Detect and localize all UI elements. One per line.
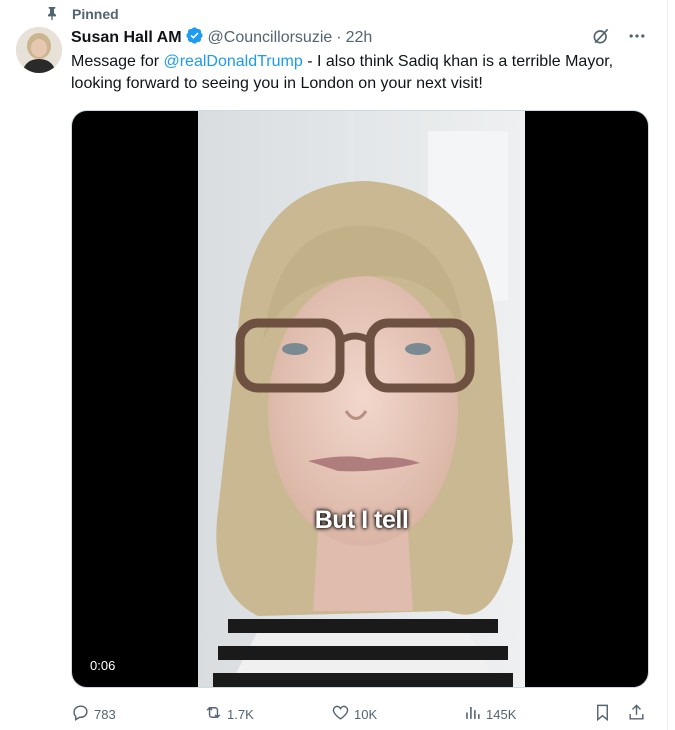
repost-count: 1.7K xyxy=(227,706,254,722)
action-bar: 783 1.7K 10K 145K xyxy=(71,702,651,726)
heart-icon xyxy=(331,703,350,725)
share-button[interactable] xyxy=(627,703,646,725)
author-name[interactable]: Susan Hall AM xyxy=(71,29,182,47)
repost-icon xyxy=(204,703,223,725)
tweet-time[interactable]: 22h xyxy=(346,29,373,47)
tweet-header: Susan Hall AM @Councillorsuzie · 22h xyxy=(71,27,647,49)
share-icon xyxy=(627,703,646,725)
author-handle[interactable]: @Councillorsuzie xyxy=(208,29,333,47)
separator-dot: · xyxy=(336,29,342,46)
mention-link[interactable]: @realDonaldTrump xyxy=(163,53,302,70)
pinned-label: Pinned xyxy=(72,6,119,22)
views-count: 145K xyxy=(486,706,517,722)
pinned-indicator: Pinned xyxy=(44,4,119,24)
like-button[interactable]: 10K xyxy=(331,703,377,725)
repost-button[interactable]: 1.7K xyxy=(204,703,254,725)
video-frame[interactable]: But I tell xyxy=(198,111,525,687)
tweet-text-prefix: Message for xyxy=(71,53,164,70)
tweet-card[interactable]: Pinned Susan Hall AM @Councillorsuzie · … xyxy=(0,0,668,730)
views-chart-icon xyxy=(463,703,482,725)
views-button[interactable]: 145K xyxy=(463,703,516,725)
reply-icon xyxy=(71,703,90,725)
like-count: 10K xyxy=(354,706,378,722)
avatar[interactable] xyxy=(16,27,62,73)
video-player[interactable]: But I tell 0:06 xyxy=(71,110,649,688)
video-caption: But I tell xyxy=(314,506,409,534)
verified-badge-icon xyxy=(182,26,208,50)
reply-count: 783 xyxy=(94,706,116,722)
reply-button[interactable]: 783 xyxy=(71,703,116,725)
bookmark-button[interactable] xyxy=(593,703,612,725)
pin-icon xyxy=(44,5,60,24)
more-options-icon[interactable] xyxy=(627,26,647,51)
video-timestamp: 0:06 xyxy=(84,656,122,675)
bookmark-icon xyxy=(593,703,612,725)
tweet-text: Message for @realDonaldTrump - I also th… xyxy=(71,51,661,95)
grok-icon[interactable] xyxy=(591,26,611,51)
